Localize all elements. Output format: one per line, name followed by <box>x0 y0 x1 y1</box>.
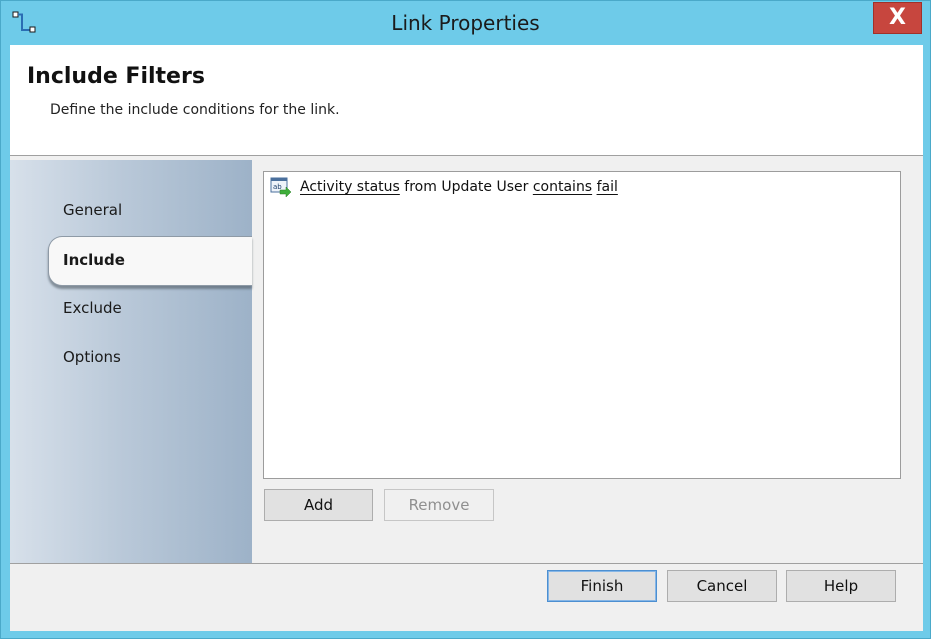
page-title: Include Filters <box>27 64 205 89</box>
filter-condition-icon: ab <box>270 177 292 197</box>
add-button[interactable]: Add <box>264 489 373 521</box>
remove-button[interactable]: Remove <box>384 489 494 521</box>
close-button[interactable]: X <box>873 2 922 34</box>
help-button[interactable]: Help <box>786 570 896 602</box>
nav-item-exclude[interactable]: Exclude <box>63 299 122 317</box>
cancel-button[interactable]: Cancel <box>667 570 777 602</box>
page-subtitle: Define the include conditions for the li… <box>50 102 340 118</box>
filter-list[interactable]: ab Activity status from Update User cont… <box>263 171 901 479</box>
filter-from-text: from <box>404 179 437 195</box>
nav-item-general[interactable]: General <box>63 201 122 219</box>
title-bar[interactable]: Link Properties X <box>1 1 930 45</box>
finish-button[interactable]: Finish <box>547 570 657 602</box>
nav-item-include-label: Include <box>63 251 125 269</box>
filter-activity-name: Update User <box>441 179 529 195</box>
close-icon: X <box>889 5 906 30</box>
link-properties-window: Link Properties X Include Filters Define… <box>0 0 931 639</box>
footer-divider <box>10 563 923 564</box>
wizard-nav: General Include Exclude Options <box>10 160 252 563</box>
filter-operator-link[interactable]: contains <box>533 179 592 195</box>
nav-item-include[interactable]: Include <box>48 236 252 286</box>
filter-value-link[interactable]: fail <box>597 179 618 195</box>
window-title: Link Properties <box>391 11 540 35</box>
list-item[interactable]: ab Activity status from Update User cont… <box>270 176 618 198</box>
dialog-client-area: Include Filters Define the include condi… <box>10 45 923 631</box>
nav-item-options[interactable]: Options <box>63 348 121 366</box>
wizard-header: Include Filters Define the include condi… <box>10 45 923 156</box>
filter-property-link[interactable]: Activity status <box>300 179 400 195</box>
